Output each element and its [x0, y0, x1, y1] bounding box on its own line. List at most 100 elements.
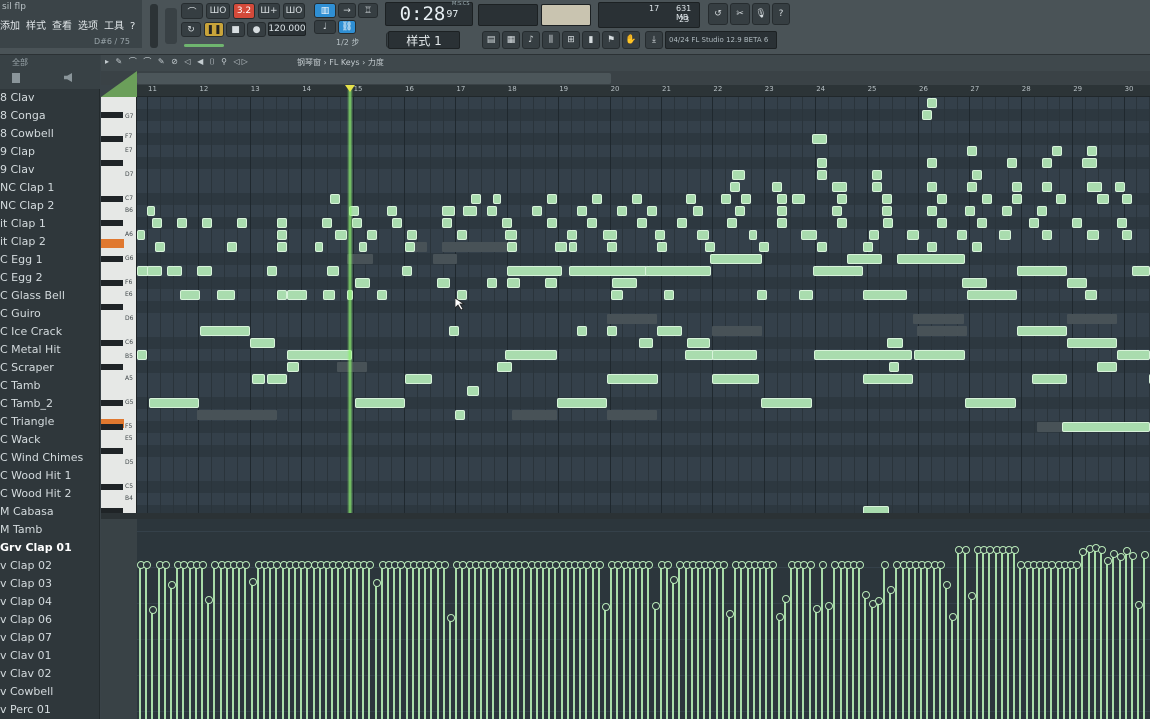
- velocity-stem[interactable]: [1073, 561, 1082, 719]
- velocity-stem[interactable]: [614, 561, 623, 719]
- velocity-stem[interactable]: [465, 561, 474, 719]
- velocity-stem[interactable]: [701, 561, 710, 719]
- velocity-stem[interactable]: [1122, 547, 1131, 719]
- note[interactable]: [741, 194, 751, 204]
- velocity-stem[interactable]: [831, 561, 840, 719]
- note[interactable]: [569, 242, 577, 252]
- velocity-stem[interactable]: [137, 561, 145, 719]
- note[interactable]: [710, 254, 762, 264]
- note[interactable]: [507, 278, 520, 288]
- note[interactable]: [367, 230, 377, 240]
- note[interactable]: [180, 290, 200, 300]
- note[interactable]: [705, 242, 715, 252]
- note[interactable]: [502, 218, 512, 228]
- note[interactable]: [882, 194, 892, 204]
- velocity-event-editor[interactable]: [137, 519, 1150, 719]
- step-edit-button[interactable]: Ш+: [258, 3, 280, 19]
- velocity-stem[interactable]: [775, 612, 784, 719]
- velocity-stem[interactable]: [633, 561, 641, 719]
- note[interactable]: [327, 266, 339, 276]
- note[interactable]: [455, 410, 465, 420]
- next-button[interactable]: →: [338, 3, 356, 18]
- velocity-stem[interactable]: [403, 561, 412, 719]
- note[interactable]: [927, 182, 937, 192]
- velocity-stem[interactable]: [608, 561, 617, 719]
- velocity-stem[interactable]: [899, 561, 908, 719]
- note[interactable]: [967, 290, 1017, 300]
- velocity-stem[interactable]: [298, 561, 307, 719]
- velocity-stem[interactable]: [1091, 544, 1100, 719]
- note[interactable]: [287, 290, 307, 300]
- note[interactable]: [387, 206, 397, 216]
- black-key[interactable]: [101, 136, 123, 142]
- velocity-stem[interactable]: [1116, 552, 1125, 719]
- note[interactable]: [607, 326, 617, 336]
- wait-input-button[interactable]: ШO: [206, 3, 230, 19]
- plugin-database-button[interactable]: ⚑: [602, 31, 620, 49]
- note[interactable]: [1117, 218, 1127, 228]
- velocity-stem[interactable]: [292, 561, 300, 719]
- note[interactable]: [237, 218, 247, 228]
- velocity-stem[interactable]: [143, 561, 152, 719]
- velocity-stem[interactable]: [688, 561, 697, 719]
- velocity-stem[interactable]: [843, 561, 852, 719]
- note[interactable]: [927, 158, 937, 168]
- note[interactable]: [250, 338, 275, 348]
- velocity-stem[interactable]: [664, 561, 672, 719]
- note[interactable]: [612, 278, 637, 288]
- note[interactable]: [869, 230, 879, 240]
- browser-item[interactable]: v Perc 01: [0, 701, 100, 719]
- mic-button[interactable]: 🎙: [752, 3, 770, 25]
- note[interactable]: [685, 350, 714, 360]
- note[interactable]: [982, 194, 992, 204]
- note[interactable]: [1056, 194, 1066, 204]
- velocity-stem[interactable]: [422, 561, 431, 719]
- note[interactable]: [977, 218, 987, 228]
- velocity-stem[interactable]: [695, 561, 703, 719]
- velocity-stem[interactable]: [440, 561, 449, 719]
- note[interactable]: [505, 350, 557, 360]
- velocity-stem[interactable]: [707, 561, 716, 719]
- note[interactable]: [832, 206, 842, 216]
- note[interactable]: [267, 266, 277, 276]
- play-button[interactable]: ❚❚: [204, 22, 224, 37]
- browser-item[interactable]: it Clap 1: [0, 215, 100, 233]
- note[interactable]: [177, 218, 187, 228]
- note[interactable]: [937, 194, 947, 204]
- note[interactable]: [1122, 194, 1132, 204]
- velocity-stem[interactable]: [819, 561, 827, 719]
- velocity-stem[interactable]: [236, 561, 245, 719]
- black-key[interactable]: [101, 424, 123, 430]
- velocity-stem[interactable]: [180, 561, 189, 719]
- note[interactable]: [817, 158, 827, 168]
- note[interactable]: [1017, 326, 1067, 336]
- velocity-stem[interactable]: [484, 561, 493, 719]
- velocity-stem[interactable]: [434, 561, 443, 719]
- velocity-stem[interactable]: [149, 606, 158, 719]
- browser-button[interactable]: ⊞: [562, 31, 580, 49]
- note[interactable]: [493, 194, 501, 204]
- black-key[interactable]: [101, 484, 123, 490]
- browser-item[interactable]: C Wind Chimes: [0, 449, 100, 467]
- black-key[interactable]: [101, 340, 123, 346]
- velocity-stem[interactable]: [502, 561, 511, 719]
- velocity-stem[interactable]: [428, 561, 437, 719]
- note[interactable]: [749, 230, 757, 240]
- velocity-stem[interactable]: [1023, 561, 1032, 719]
- velocity-stem[interactable]: [967, 592, 976, 719]
- velocity-stem[interactable]: [676, 561, 685, 719]
- velocity-stem[interactable]: [546, 561, 555, 719]
- note[interactable]: [837, 194, 847, 204]
- note[interactable]: [962, 278, 987, 288]
- note[interactable]: [1062, 422, 1150, 432]
- velocity-stem[interactable]: [912, 561, 920, 719]
- note[interactable]: [1037, 206, 1047, 216]
- velocity-stem[interactable]: [533, 561, 542, 719]
- note[interactable]: [277, 242, 287, 252]
- record-button[interactable]: ●: [247, 22, 266, 37]
- velocity-stem[interactable]: [378, 561, 387, 719]
- browser-item[interactable]: M Tamb: [0, 521, 100, 539]
- velocity-stem[interactable]: [478, 561, 486, 719]
- note[interactable]: [592, 194, 602, 204]
- piano-roll-tools[interactable]: ▸ ✎ ⌒ ⌒ ✎ ⊘ ◁ ◀ ⌷ ⚲ ◁▷: [105, 56, 250, 67]
